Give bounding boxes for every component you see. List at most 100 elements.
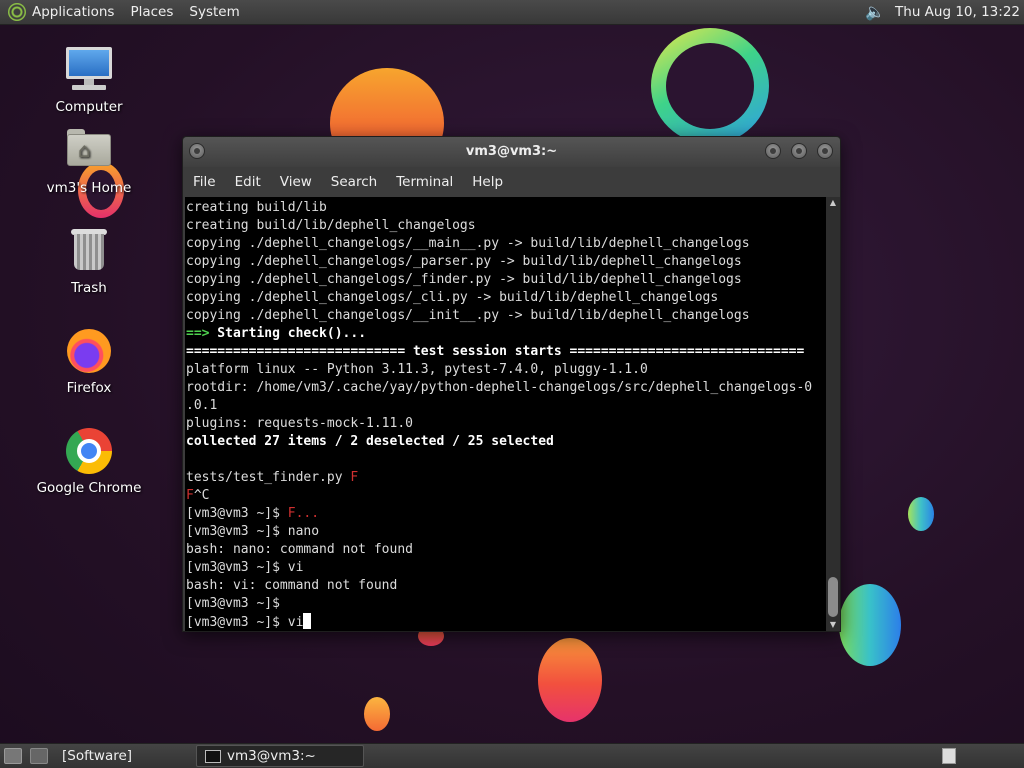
terminal-line-text: .0.1	[186, 398, 218, 413]
clock[interactable]: Thu Aug 10, 13:22	[895, 4, 1020, 20]
terminal-line: [vm3@vm3 ~]$ vi	[186, 559, 826, 577]
minimize-button[interactable]	[765, 143, 781, 159]
terminal-line: copying ./dephell_changelogs/_finder.py …	[186, 271, 826, 289]
terminal-line-text: [vm3@vm3 ~]$ vi	[186, 560, 304, 575]
firefox-icon	[64, 326, 114, 376]
bottom-panel: [Software] vm3@vm3:~	[0, 743, 1024, 768]
terminal-line: creating build/lib	[186, 199, 826, 217]
wallpaper-blob	[364, 697, 390, 731]
terminal-line: plugins: requests-mock-1.11.0	[186, 415, 826, 433]
terminal-line-text: tests/test_finder.py	[186, 470, 351, 485]
terminal-line: collected 27 items / 2 deselected / 25 s…	[186, 433, 826, 451]
terminal-menubar: File Edit View Search Terminal Help	[183, 167, 840, 197]
volume-icon[interactable]: 🔈	[863, 2, 887, 22]
wallpaper-blob	[908, 497, 934, 531]
taskbar-item-label: vm3@vm3:~	[227, 748, 316, 764]
menu-terminal[interactable]: Terminal	[396, 174, 453, 190]
terminal-line: copying ./dephell_changelogs/__main__.py…	[186, 235, 826, 253]
terminal-line-text: collected 27 items / 2 deselected / 25 s…	[186, 434, 554, 449]
terminal-icon	[205, 749, 221, 763]
terminal-line-text: copying ./dephell_changelogs/_cli.py -> …	[186, 290, 719, 305]
desktop-icon-firefox[interactable]: Firefox	[29, 326, 149, 396]
terminal-line: ============================ test sessio…	[186, 343, 826, 361]
terminal-fail-marker: F	[186, 488, 194, 503]
distro-logo-icon[interactable]	[8, 3, 26, 21]
terminal-output[interactable]: creating build/lib creating build/lib/dep…	[185, 197, 826, 631]
terminal-line-text: ============================ test sessio…	[186, 344, 805, 359]
desktop-icon-label: Firefox	[66, 380, 112, 396]
window-title: vm3@vm3:~	[465, 144, 558, 159]
terminal-line: creating build/lib/dephell_changelogs	[186, 217, 826, 235]
taskbar-item-software[interactable]: [Software]	[54, 745, 190, 767]
menu-system[interactable]: System	[189, 4, 239, 20]
scroll-down-icon[interactable]: ▼	[826, 619, 840, 631]
home-folder-icon: ⌂	[64, 126, 114, 176]
terminal-line: .0.1	[186, 397, 826, 415]
menu-applications[interactable]: Applications	[32, 4, 114, 20]
desktop-icon-chrome[interactable]: Google Chrome	[29, 426, 149, 496]
scroll-up-icon[interactable]: ▲	[826, 197, 840, 209]
menu-search[interactable]: Search	[331, 174, 377, 190]
menu-view[interactable]: View	[280, 174, 312, 190]
taskbar-item-label: [Software]	[62, 748, 133, 764]
wallpaper-blob	[538, 638, 602, 722]
terminal-line: rootdir: /home/vm3/.cache/yay/python-dep…	[186, 379, 826, 397]
desktop-icon-label: vm3's Home	[46, 180, 132, 196]
terminal-fail-marker: F...	[287, 506, 320, 521]
menu-places[interactable]: Places	[130, 4, 173, 20]
terminal-line-text: copying ./dephell_changelogs/__init__.py…	[186, 308, 750, 323]
top-panel: Applications Places System 🔈 Thu Aug 10,…	[0, 0, 1024, 25]
terminal-line: copying ./dephell_changelogs/_cli.py -> …	[186, 289, 826, 307]
terminal-fail-marker: F	[350, 470, 359, 485]
terminal-line: [vm3@vm3 ~]$	[186, 595, 826, 613]
wallpaper-blob	[839, 584, 901, 666]
chrome-icon	[64, 426, 114, 476]
terminal-line-text: bash: vi: command not found	[186, 578, 398, 593]
computer-icon	[64, 45, 114, 95]
taskbar-item-terminal[interactable]: vm3@vm3:~	[196, 745, 364, 767]
terminal-window[interactable]: vm3@vm3:~ File Edit View Search Terminal…	[182, 136, 841, 632]
terminal-line-text: [vm3@vm3 ~]$	[186, 596, 280, 611]
terminal-line-text: plugins: requests-mock-1.11.0	[186, 416, 413, 431]
terminal-line-text: [vm3@vm3 ~]$ vi	[186, 615, 304, 630]
desktop-icon-label: Trash	[71, 280, 107, 296]
terminal-line: platform linux -- Python 3.11.3, pytest-…	[186, 361, 826, 379]
desktop-icon-computer[interactable]: Computer	[29, 45, 149, 115]
terminal-cursor	[303, 613, 312, 629]
terminal-line-text: ==> Starting check()...	[186, 326, 367, 341]
terminal-line: bash: vi: command not found	[186, 577, 826, 595]
show-desktop-icon[interactable]	[4, 748, 22, 764]
terminal-line-text: copying ./dephell_changelogs/__main__.py…	[186, 236, 750, 251]
terminal-scrollbar[interactable]: ▲ ▼	[826, 197, 840, 631]
terminal-line-text: [vm3@vm3 ~]$	[186, 506, 288, 521]
terminal-line-text: ^C	[193, 488, 210, 503]
menu-file[interactable]: File	[193, 174, 216, 190]
terminal-line: copying ./dephell_changelogs/__init__.py…	[186, 307, 826, 325]
terminal-line: bash: nano: command not found	[186, 541, 826, 559]
terminal-line: [vm3@vm3 ~]$ nano	[186, 523, 826, 541]
desktop-icon-home[interactable]: ⌂ vm3's Home	[29, 126, 149, 196]
window-titlebar[interactable]: vm3@vm3:~	[183, 137, 840, 167]
terminal-line-text: creating build/lib/dephell_changelogs	[186, 218, 476, 233]
workspace-switcher-icon[interactable]	[942, 748, 956, 764]
terminal-line-text: bash: nano: command not found	[186, 542, 413, 557]
menu-help[interactable]: Help	[472, 174, 503, 190]
terminal-line-text: creating build/lib	[186, 200, 327, 215]
terminal-line-text: platform linux -- Python 3.11.3, pytest-…	[186, 362, 648, 377]
desktop-icon-trash[interactable]: Trash	[29, 226, 149, 296]
wallpaper-ring	[651, 28, 769, 144]
desktop-icon-label: Computer	[55, 99, 123, 115]
terminal-line-text: rootdir: /home/vm3/.cache/yay/python-dep…	[186, 380, 813, 395]
terminal-line: [vm3@vm3 ~]$ vi	[186, 613, 826, 631]
desktop-icon-label: Google Chrome	[36, 480, 142, 496]
menu-edit[interactable]: Edit	[235, 174, 261, 190]
maximize-button[interactable]	[791, 143, 807, 159]
terminal-line: ==> Starting check()...	[186, 325, 826, 343]
scrollbar-thumb[interactable]	[828, 577, 838, 617]
trash-icon	[64, 226, 114, 276]
terminal-line: [vm3@vm3 ~]$ F...	[186, 505, 826, 523]
terminal-line: copying ./dephell_changelogs/_parser.py …	[186, 253, 826, 271]
terminal-line: F^C	[186, 487, 826, 505]
close-button[interactable]	[817, 143, 833, 159]
